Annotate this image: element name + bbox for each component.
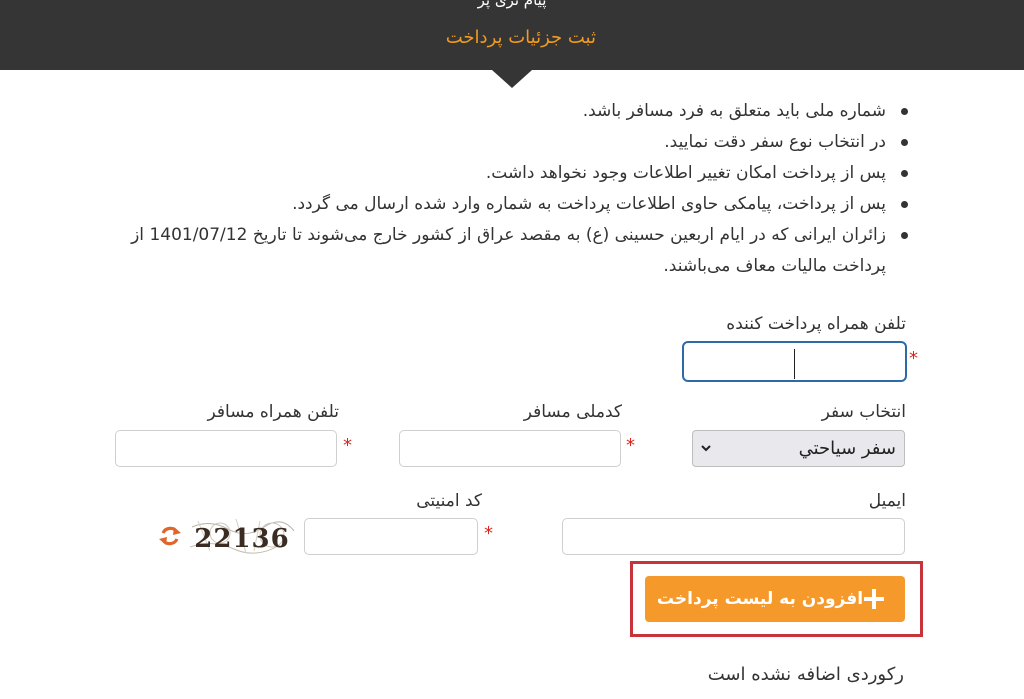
required-mark: * <box>484 523 493 544</box>
email-field[interactable] <box>562 518 905 555</box>
instruction-item: در انتخاب نوع سفر دقت نمایید. <box>110 127 910 158</box>
refresh-icon[interactable] <box>158 524 182 548</box>
text-caret <box>794 349 795 379</box>
page-header: پیام تری پر ثبت جزئیات پرداخت <box>0 0 1024 70</box>
chevron-down-icon <box>701 445 711 452</box>
instruction-item: شماره ملی باید متعلق به فرد مسافر باشد. <box>110 96 910 127</box>
instructions-list: شماره ملی باید متعلق به فرد مسافر باشد. … <box>110 96 910 282</box>
add-to-payment-list-button[interactable]: افزودن به لیست پرداخت <box>645 576 905 622</box>
payer-phone-label: تلفن همراه پرداخت کننده <box>726 314 906 334</box>
passenger-phone-label: تلفن همراه مسافر <box>207 402 339 422</box>
required-mark: * <box>343 435 352 456</box>
security-code-field[interactable] <box>304 518 478 555</box>
captcha-text: 22136 <box>194 524 289 554</box>
trip-type-select[interactable]: سفر سیاحتي <box>692 430 905 467</box>
instruction-item: زائران ایرانی که در ایام اربعین حسینی (ع… <box>110 220 910 282</box>
trip-type-value: سفر سیاحتي <box>798 438 896 459</box>
instruction-item: پس از پرداخت امکان تغییر اطلاعات وجود نخ… <box>110 158 910 189</box>
required-mark: * <box>909 348 918 369</box>
add-button-label: افزودن به لیست پرداخت <box>656 589 864 609</box>
national-code-field[interactable] <box>399 430 621 467</box>
payer-phone-field[interactable] <box>682 341 907 382</box>
empty-list-message: رکوردی اضافه نشده است <box>707 664 904 685</box>
email-label: ایمیل <box>868 491 906 511</box>
required-mark: * <box>626 435 635 456</box>
security-code-label: کد امنیتی <box>416 491 482 511</box>
passenger-phone-field[interactable] <box>115 430 337 467</box>
header-subtitle: پیام تری پر <box>477 0 547 9</box>
header-pointer <box>492 70 532 88</box>
page-title: ثبت جزئیات پرداخت <box>445 27 596 48</box>
national-code-label: کدملی مسافر <box>523 402 622 422</box>
captcha-image: 22136 <box>190 517 294 555</box>
instruction-item: پس از پرداخت، پیامکی حاوی اطلاعات پرداخت… <box>110 189 910 220</box>
plus-icon <box>864 589 885 609</box>
trip-select-label: انتخاب سفر <box>821 402 906 422</box>
